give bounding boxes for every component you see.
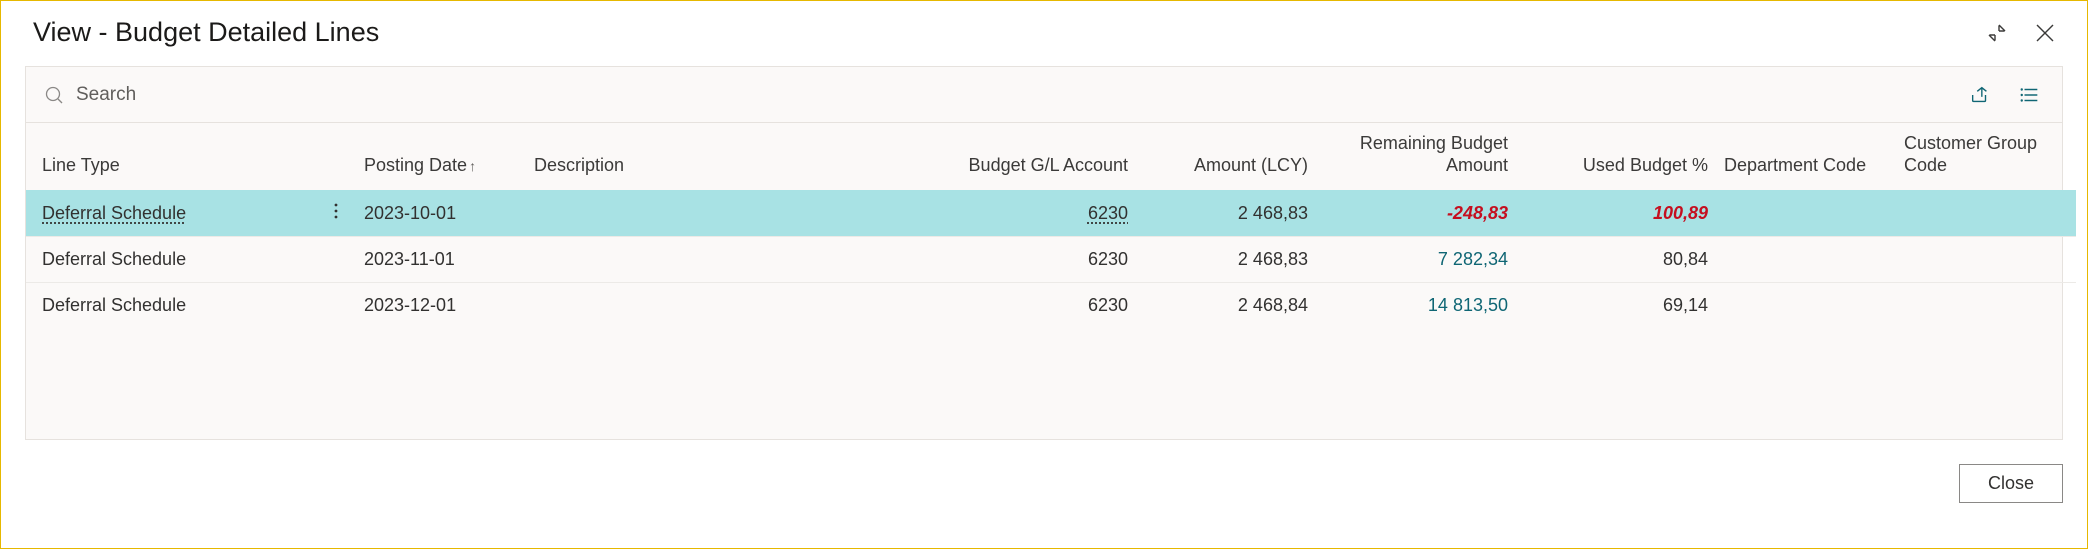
table-row[interactable]: Deferral Schedule 2023-11-01 6230 2 468,83 7… <box>26 237 2076 283</box>
search-label: Search <box>76 84 136 106</box>
cell-budget-gl[interactable]: 6230 <box>1088 203 1128 223</box>
cell-amount-lcy: 2 468,84 <box>1136 283 1316 329</box>
table-header: Line Type Posting Date↑ Description Budg… <box>26 123 2076 191</box>
toolbar: Search <box>26 67 2062 123</box>
cell-line-type[interactable]: Deferral Schedule <box>42 203 186 223</box>
search-button[interactable]: Search <box>44 84 136 106</box>
cell-posting-date: 2023-10-01 <box>356 191 526 237</box>
toolbar-right <box>1966 81 2044 109</box>
col-actions <box>316 123 356 191</box>
close-icon[interactable] <box>2031 19 2059 47</box>
row-actions[interactable] <box>316 283 356 329</box>
cell-remaining[interactable]: -248,83 <box>1447 203 1508 223</box>
col-budget-gl[interactable]: Budget G/L Account <box>906 123 1136 191</box>
col-description[interactable]: Description <box>526 123 906 191</box>
col-line-type[interactable]: Line Type <box>26 123 316 191</box>
cell-cust-group <box>1896 283 2076 329</box>
cell-cust-group <box>1896 237 2076 283</box>
page-title: View - Budget Detailed Lines <box>33 17 379 48</box>
cell-amount-lcy: 2 468,83 <box>1136 191 1316 237</box>
cell-used-pct: 100,89 <box>1653 203 1708 223</box>
cell-cust-group <box>1896 191 2076 237</box>
dialog-window: View - Budget Detailed Lines <box>0 0 2088 549</box>
col-dept[interactable]: Department Code <box>1716 123 1896 191</box>
col-amount-lcy[interactable]: Amount (LCY) <box>1136 123 1316 191</box>
table-row[interactable]: Deferral Schedule 2023-10-01 6230 2 468,83 -… <box>26 191 2076 237</box>
list-view-icon[interactable] <box>2016 81 2044 109</box>
cell-used-pct: 69,14 <box>1663 295 1708 315</box>
titlebar: View - Budget Detailed Lines <box>1 1 2087 58</box>
search-icon <box>44 85 64 105</box>
col-remaining[interactable]: Remaining Budget Amount <box>1316 123 1516 191</box>
table-filler <box>26 329 2076 439</box>
more-vertical-icon <box>333 201 339 221</box>
cell-budget-gl[interactable]: 6230 <box>1088 295 1128 315</box>
cell-description <box>526 237 906 283</box>
table-row[interactable]: Deferral Schedule 2023-12-01 6230 2 468,84 1… <box>26 283 2076 329</box>
col-posting-date[interactable]: Posting Date↑ <box>356 123 526 191</box>
row-actions[interactable] <box>316 237 356 283</box>
col-cust-group[interactable]: Customer Group Code <box>1896 123 2076 191</box>
col-used-pct[interactable]: Used Budget % <box>1516 123 1716 191</box>
cell-dept <box>1716 237 1896 283</box>
cell-remaining[interactable]: 14 813,50 <box>1428 295 1508 315</box>
cell-budget-gl[interactable]: 6230 <box>1088 249 1128 269</box>
share-icon[interactable] <box>1966 81 1994 109</box>
row-actions[interactable] <box>316 191 356 237</box>
cell-dept <box>1716 283 1896 329</box>
cell-dept <box>1716 191 1896 237</box>
data-table: Line Type Posting Date↑ Description Budg… <box>26 123 2076 439</box>
table-body: Deferral Schedule 2023-10-01 6230 2 468,83 -… <box>26 191 2076 439</box>
title-actions <box>1983 19 2059 47</box>
cell-amount-lcy: 2 468,83 <box>1136 237 1316 283</box>
sort-asc-icon: ↑ <box>469 158 476 174</box>
close-button[interactable]: Close <box>1959 464 2063 503</box>
content-area: Search <box>25 66 2063 440</box>
cell-description <box>526 191 906 237</box>
footer: Close <box>1 440 2087 525</box>
cell-line-type[interactable]: Deferral Schedule <box>42 295 186 315</box>
cell-posting-date: 2023-11-01 <box>356 237 526 283</box>
cell-description <box>526 283 906 329</box>
cell-line-type[interactable]: Deferral Schedule <box>42 249 186 269</box>
cell-remaining[interactable]: 7 282,34 <box>1438 249 1508 269</box>
cell-used-pct: 80,84 <box>1663 249 1708 269</box>
cell-posting-date: 2023-12-01 <box>356 283 526 329</box>
restore-down-icon[interactable] <box>1983 19 2011 47</box>
